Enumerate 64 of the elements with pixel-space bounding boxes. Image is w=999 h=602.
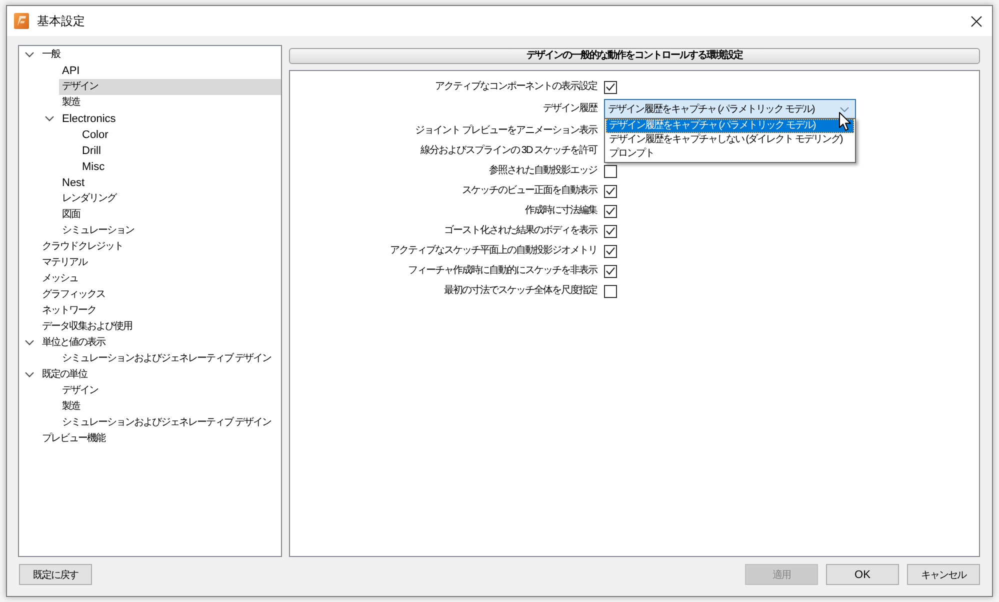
tree-item[interactable]: デザイン [59,79,281,95]
checkbox[interactable] [604,80,617,94]
checkmark-icon [606,247,615,255]
tree-item[interactable]: グラフィックス [39,287,281,303]
app-logo-icon [14,13,29,29]
chevron-down-icon [840,106,849,112]
dialog-button[interactable]: キャンセル [907,564,980,585]
checkbox[interactable] [604,204,617,218]
tree-item[interactable]: API [59,63,281,79]
tree-item[interactable]: Misc [79,159,281,175]
setting-label: 作成時に寸法編集 [525,204,597,218]
section-header: デザインの一般的な動作をコントロールする環境設定 [289,48,980,64]
tree-item[interactable]: Nest [59,175,281,191]
tree-item[interactable]: マテリアル [39,255,281,271]
tree-item[interactable]: シミュレーションおよびジェネレーティブ デザイン [59,351,281,367]
checkmark-icon [606,267,615,275]
tree-item[interactable]: 製造 [59,95,281,111]
setting-label: 線分およびスプラインの 3D スケッチを許可 [420,144,597,158]
tree-item[interactable]: プレビュー機能 [39,431,281,447]
checkbox[interactable] [604,284,617,298]
setting-label: ゴースト化された結果のボディを表示 [444,224,597,238]
checkbox[interactable] [604,264,617,278]
tree-item[interactable]: 既定の単位 [39,367,281,383]
checkmark-icon [606,187,615,195]
chevron-down-icon[interactable] [44,116,54,122]
dropdown-option[interactable]: デザイン履歴をキャプチャ (パラメトリック モデル) [606,119,854,133]
checkbox[interactable] [604,184,617,198]
tree-item[interactable]: Electronics [59,111,281,127]
tree-item[interactable]: データ収集および使用 [39,319,281,335]
setting-label: ジョイント プレビューをアニメーション表示 [415,124,597,138]
tree-item[interactable]: ネットワーク [39,303,281,319]
dropdown[interactable]: デザイン履歴をキャプチャ (パラメトリック モデル) [604,99,856,119]
setting-label: デザイン履歴 [543,102,597,116]
setting-label: フィーチャ作成時に自動的にスケッチを非表示 [408,264,597,278]
window-title: 基本設定 [37,12,85,30]
tree-item[interactable]: レンダリング [59,191,281,207]
tree-item[interactable]: シミュレーション [59,223,281,239]
close-icon [970,16,982,26]
checkbox[interactable] [604,224,617,238]
checkbox[interactable] [604,244,617,258]
tree-item[interactable]: Color [79,127,281,143]
chevron-down-icon[interactable] [24,52,34,58]
setting-label: アクティブなコンポーネントの表示設定 [435,80,597,94]
dialog-button[interactable]: OK [826,564,899,585]
checkmark-icon [606,83,615,91]
tree-item[interactable]: デザイン [59,383,281,399]
tree-item[interactable]: 製造 [59,399,281,415]
setting-label: スケッチのビュー正面を自動表示 [462,184,597,198]
tree-item[interactable]: 単位と値の表示 [39,335,281,351]
chevron-down-icon[interactable] [24,372,34,378]
checkmark-icon [606,207,615,215]
reset-button[interactable]: 既定に戻す [19,564,92,585]
tree-item[interactable]: メッシュ [39,271,281,287]
tree-item[interactable]: 一般 [39,47,281,63]
setting-label: アクティブなスケッチ平面上の自動投影ジオメトリ [390,244,597,258]
chevron-down-icon[interactable] [24,340,34,346]
checkbox[interactable] [604,164,617,178]
tree-item[interactable]: クラウドクレジット [39,239,281,255]
tree-item[interactable]: 図面 [59,207,281,223]
setting-label: 参照された自動投影エッジ [489,164,597,178]
tree-item[interactable]: シミュレーションおよびジェネレーティブ デザイン [59,415,281,431]
checkmark-icon [606,227,615,235]
tree-item[interactable]: Drill [79,143,281,159]
setting-label: 最初の寸法でスケッチ全体を尺度指定 [444,284,597,298]
